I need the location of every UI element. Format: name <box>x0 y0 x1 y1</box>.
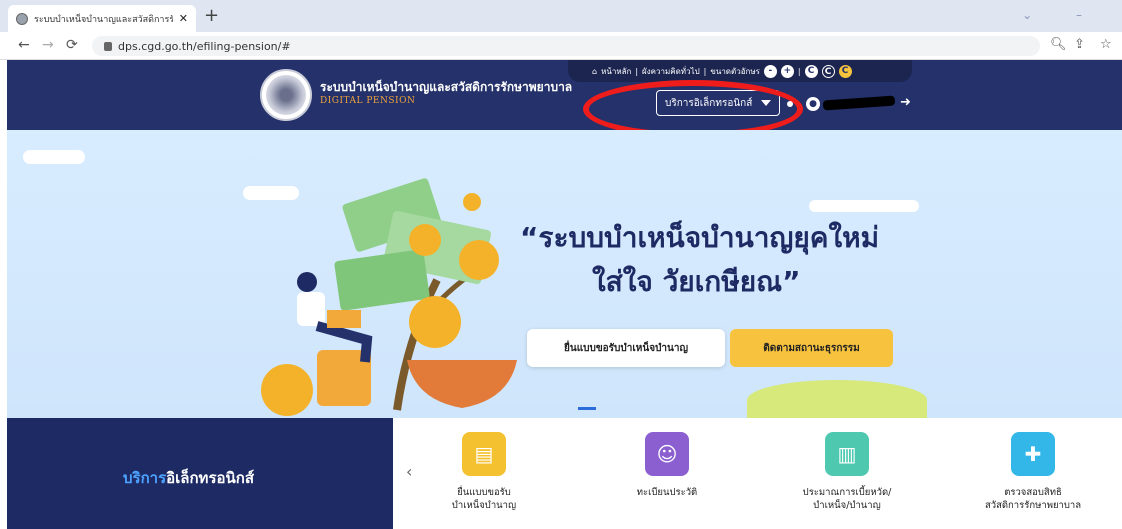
contrast-normal-button[interactable]: C <box>804 64 818 78</box>
font-decrease-button[interactable]: - <box>763 64 777 78</box>
url-text: dps.cgd.go.th/efiling-pension/# <box>118 39 291 53</box>
government-seal-logo <box>260 69 312 121</box>
home-icon: ⌂ <box>592 66 598 76</box>
site-subtitle: DIGITAL PENSION <box>320 96 416 106</box>
forward-arrow-icon[interactable]: → <box>42 36 54 54</box>
home-link[interactable]: หน้าหลัก <box>601 65 631 78</box>
favicon-icon <box>16 12 28 25</box>
font-size-label: ขนาดตัวอักษร <box>710 66 760 76</box>
cloud-decoration <box>23 150 85 164</box>
service-medical-rights-check[interactable]: ✚ ตรวจสอบสิทธิ สวัสดิการรักษาพยาบาล <box>948 432 1118 512</box>
reload-icon[interactable]: ⟳ <box>66 36 78 54</box>
lock-icon <box>104 41 112 51</box>
contrast-yellow-button[interactable]: C <box>838 64 852 78</box>
woman-laptop-illustration <box>261 272 373 416</box>
header-utility-bar: ⌂ หน้าหลัก | ผังความคิดทั่วไป | ขนาดตัวอ… <box>568 60 912 82</box>
notification-dot <box>787 101 793 107</box>
hero-headline-line1: “ระบบบำเหน็จบำนาญยุคใหม่ <box>520 221 880 254</box>
contrast-dark-button[interactable]: C <box>821 64 835 78</box>
font-increase-button[interactable]: + <box>780 64 794 78</box>
url-field[interactable]: dps.cgd.go.th/efiling-pension/# <box>92 36 1040 56</box>
zoom-icon[interactable]: 🔍︎ <box>1050 37 1067 52</box>
browser-tab[interactable]: ระบบบำเหน็จบำนาญและสวัสดิการรักษ ✕ <box>8 5 196 32</box>
medical-icon: ✚ <box>1011 432 1055 476</box>
hero-headline-line2: ใส่ใจ วัยเกษียณ” <box>592 265 801 298</box>
grass-hill-decoration <box>747 380 927 418</box>
user-icon[interactable]: ● <box>806 97 820 111</box>
new-tab-button[interactable]: + <box>204 6 219 26</box>
site-name: ระบบบำเหน็จบำนาญและสวัสดิการรักษาพยาบาล <box>320 80 573 94</box>
bookmark-star-icon[interactable]: ☆ <box>1100 37 1112 52</box>
submit-pension-form-button[interactable]: ยื่นแบบขอรับบำเหน็จบำนาญ <box>527 329 725 367</box>
tab-title: ระบบบำเหน็จบำนาญและสวัสดิการรักษ <box>34 14 173 25</box>
form-icon: ▤ <box>462 432 506 476</box>
track-transaction-status-button[interactable]: ติดตามสถานะธุรกรรม <box>730 329 893 367</box>
hero-banner <box>7 130 1122 418</box>
close-tab-icon[interactable]: ✕ <box>179 12 188 25</box>
back-arrow-icon[interactable]: ← <box>18 36 30 54</box>
service-personnel-record[interactable]: ☺ ทะเบียนประวัติ <box>582 432 752 499</box>
share-icon[interactable]: ⇪ <box>1074 37 1085 52</box>
carousel-indicator[interactable] <box>578 407 596 410</box>
window-controls[interactable]: ⌄ – <box>1022 8 1102 22</box>
chart-icon: ▥ <box>825 432 869 476</box>
service-pension-estimate[interactable]: ▥ ประมาณการเบี้ยหวัด/บำเหน็จ/บำนาญ <box>762 432 932 512</box>
cloud-decoration <box>809 200 919 212</box>
service-submit-pension[interactable]: ▤ ยื่นแบบขอรับ บำเหน็จบำนาญ <box>399 432 569 512</box>
profile-icon: ☺ <box>645 432 689 476</box>
e-service-panel-title: บริการอิเล็กทรอนิกส์ <box>123 469 254 487</box>
logout-icon[interactable]: ➜ <box>900 95 911 110</box>
sitemap-link[interactable]: ผังความคิดทั่วไป <box>642 65 700 78</box>
